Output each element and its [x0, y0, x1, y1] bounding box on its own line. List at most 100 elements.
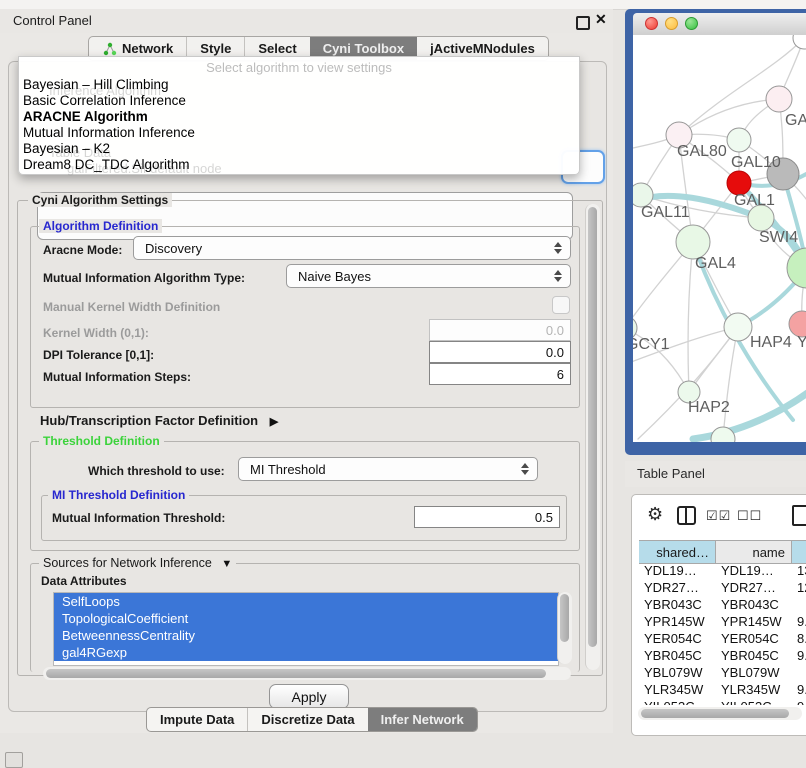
panel-mini-icon[interactable]: [5, 752, 23, 768]
table-cell: YBL079W: [716, 664, 792, 681]
network-edge: [688, 242, 693, 392]
table-row[interactable]: YDL19…YDL19…13: [639, 562, 806, 579]
attributes-horizontal-scrollbar[interactable]: [43, 667, 571, 680]
attribute-item-topologicalcoefficient[interactable]: TopologicalCoefficient: [54, 610, 558, 627]
select-all-checks-icon[interactable]: ☑☑: [706, 508, 731, 524]
attributes-vertical-scrollbar[interactable]: [557, 592, 572, 664]
mi-type-combo[interactable]: Naive Bayes: [286, 264, 571, 288]
settings-scrollbar-thumb[interactable]: [588, 207, 597, 647]
node-label-gal: GAL: [785, 112, 806, 129]
table-row[interactable]: YBR043CYBR043C: [639, 596, 806, 613]
kernel-width-input[interactable]: 0.0: [429, 319, 571, 341]
deselect-all-checks-icon[interactable]: ☐☐: [737, 508, 762, 524]
algorithm-option-aracne-algorithm[interactable]: ARACNE Algorithm: [23, 109, 148, 125]
algorithm-dropdown-popup: Select algorithm to view settings Infere…: [18, 56, 580, 175]
algorithm-option-basic-correlation-inference[interactable]: Basic Correlation Inference: [23, 93, 186, 109]
table-row[interactable]: YER054CYER054C8.: [639, 630, 806, 647]
attribute-item-selfloops[interactable]: SelfLoops: [54, 593, 558, 610]
table-row[interactable]: YBR045CYBR045C9.: [639, 647, 806, 664]
table-body: YDL19…YDL19…13YDR27…YDR27…12YBR043CYBR04…: [639, 562, 806, 705]
columns-icon[interactable]: [677, 506, 696, 525]
algorithm-option-mutual-information-inference[interactable]: Mutual Information Inference: [23, 125, 195, 141]
hub-definition-toggle[interactable]: Hub/Transcription Factor Definition ▶: [40, 413, 278, 428]
column-header-a[interactable]: A: [792, 541, 806, 563]
sources-legend-label: Sources for Network Inference: [43, 556, 212, 570]
network-window-titlebar[interactable]: [633, 13, 806, 36]
node-big-green[interactable]: [787, 248, 806, 288]
table-row[interactable]: YPR145WYPR145W9.: [639, 613, 806, 630]
table-cell: 12: [792, 579, 806, 596]
table-cell: YDL19…: [639, 562, 716, 579]
bottom-tab-impute-data[interactable]: Impute Data: [147, 708, 247, 731]
algorithm-definition-group: Algorithm Definition Aracne Mode: Discov…: [30, 226, 580, 408]
attributes-vscroll-thumb[interactable]: [560, 594, 569, 642]
expand-right-icon: ▶: [270, 416, 278, 428]
mi-steps-input[interactable]: 6: [429, 363, 571, 385]
close-window-icon[interactable]: ✕: [595, 11, 607, 28]
tab-label: Cyni Toolbox: [323, 41, 404, 56]
node-hap4[interactable]: [724, 313, 752, 341]
table-cell: YBR043C: [716, 596, 792, 613]
table-cell: 9.: [792, 647, 806, 664]
attribute-item-betweennesscentrality[interactable]: BetweennessCentrality: [54, 627, 558, 644]
table-cell: 9: [792, 698, 806, 705]
combo-spinner-icon: [554, 270, 562, 282]
bottom-tab-bar: Impute DataDiscretize DataInfer Network: [146, 707, 478, 732]
settings-vertical-scrollbar[interactable]: [585, 204, 600, 670]
sources-legend[interactable]: Sources for Network Inference ▼: [39, 556, 236, 570]
node-label-swi4: SWI4: [759, 229, 798, 246]
node-gal4[interactable]: [676, 225, 710, 259]
attributes-hscroll-thumb[interactable]: [46, 669, 546, 678]
which-threshold-combo[interactable]: MI Threshold: [238, 457, 538, 481]
mi-threshold-input[interactable]: 0.5: [414, 506, 560, 528]
column-header-name[interactable]: name: [716, 541, 792, 563]
table-cell: YBR045C: [716, 647, 792, 664]
attribute-item-gal4rgexp[interactable]: gal4RGexp: [54, 644, 558, 661]
node-label-gal11: GAL11: [641, 204, 690, 221]
table-panel-titlebar[interactable]: Table Panel: [625, 461, 806, 487]
node-label-gal4: GAL4: [695, 255, 736, 272]
tab-label: Style: [200, 41, 231, 56]
table-row[interactable]: YLR345WYLR345W9.: [639, 681, 806, 698]
columns-icon-divider: [685, 508, 687, 523]
bottom-tab-discretize-data[interactable]: Discretize Data: [247, 708, 367, 731]
node-label-y: Y: [797, 334, 806, 351]
node-label-gal1: GAL1: [734, 192, 775, 209]
tab-label: Network: [122, 41, 173, 56]
float-window-icon[interactable]: [576, 16, 590, 30]
table-cell: YBR043C: [639, 596, 716, 613]
column-header-shared[interactable]: shared…: [639, 541, 716, 563]
network-canvas[interactable]: GALGAL80GAL10GAL1GAL11SWI4GAL4GCY1HAP4YH…: [633, 35, 806, 442]
minimize-traffic-light-icon[interactable]: [665, 17, 678, 30]
bottom-tab-infer-network[interactable]: Infer Network: [368, 708, 477, 731]
gear-icon[interactable]: ⚙: [647, 504, 663, 525]
table-row[interactable]: YDR27…YDR27…12: [639, 579, 806, 596]
algorithm-option-bayesian-k2[interactable]: Bayesian – K2: [23, 141, 110, 157]
control-panel-titlebar[interactable]: Control Panel ✕: [0, 9, 613, 33]
which-threshold-value: MI Threshold: [250, 462, 326, 477]
aracne-mode-combo[interactable]: Discovery: [133, 236, 571, 260]
mi-threshold-group: MI Threshold Definition Mutual Informati…: [41, 495, 567, 541]
table-cell: [792, 664, 806, 681]
table-cell: YLR345W: [716, 681, 792, 698]
node-gal-top[interactable]: [766, 86, 792, 112]
table-cell: 13: [792, 562, 806, 579]
table-row[interactable]: YIL053CYIL053C9: [639, 698, 806, 705]
table-row[interactable]: YBL079WYBL079W: [639, 664, 806, 681]
zoom-traffic-light-icon[interactable]: [685, 17, 698, 30]
table-cell: YER054C: [716, 630, 792, 647]
network-window[interactable]: GALGAL80GAL10GAL1GAL11SWI4GAL4GCY1HAP4YH…: [625, 9, 806, 455]
table-horizontal-scrollbar[interactable]: [638, 707, 802, 720]
algorithm-option-dream8-dc-tdc-algorithm[interactable]: Dream8 DC_TDC Algorithm: [23, 157, 190, 173]
table-hscroll-thumb[interactable]: [641, 709, 789, 718]
close-traffic-light-icon[interactable]: [645, 17, 658, 30]
node-gal10[interactable]: [727, 128, 751, 152]
apply-button[interactable]: Apply: [269, 684, 349, 709]
manual-kernel-checkbox[interactable]: [552, 296, 570, 314]
table-cell: YIL053C: [716, 698, 792, 705]
table-header-row: shared…nameA: [639, 540, 806, 564]
dpi-tolerance-input[interactable]: 0.0: [429, 341, 571, 363]
document-icon[interactable]: [792, 505, 806, 526]
table-cell: YBL079W: [639, 664, 716, 681]
algorithm-option-bayesian-hill-climbing[interactable]: Bayesian – Hill Climbing: [23, 77, 169, 93]
